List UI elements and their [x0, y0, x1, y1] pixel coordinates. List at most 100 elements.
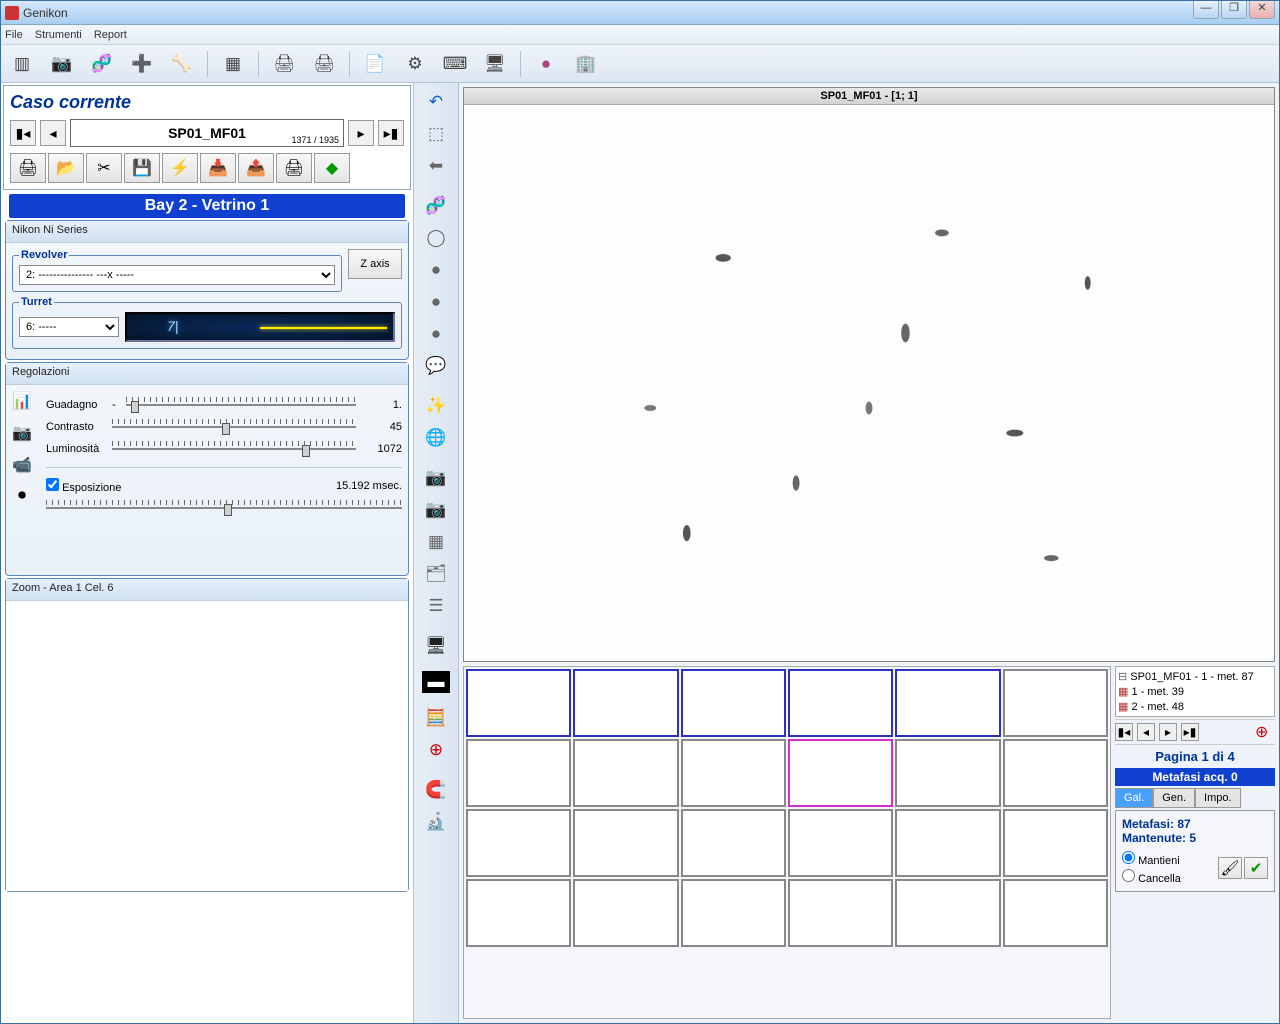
screen-icon[interactable]: ▬: [422, 671, 450, 693]
page-last-button[interactable]: ▸▮: [1181, 723, 1199, 741]
chromo-icon[interactable]: 🧬: [418, 191, 454, 221]
keep-radio[interactable]: [1122, 851, 1135, 864]
gain-slider[interactable]: [126, 397, 356, 413]
thumbnail[interactable]: [573, 879, 678, 947]
back-icon[interactable]: ⬅: [418, 151, 454, 181]
target2-icon[interactable]: ⊕: [418, 735, 454, 765]
thumbnail[interactable]: [466, 879, 571, 947]
thumbnail[interactable]: [788, 669, 893, 737]
revolver-select[interactable]: 2: --------------- ---x -----: [19, 265, 335, 285]
page-next-button[interactable]: ▸: [1159, 723, 1177, 741]
menu-tools[interactable]: Strumenti: [35, 29, 82, 41]
menu-report[interactable]: Report: [94, 29, 127, 41]
z-axis-button[interactable]: Z axis: [348, 249, 402, 279]
tree-root[interactable]: SP01_MF01 - 1 - met. 87: [1118, 669, 1272, 684]
thumbnail[interactable]: [573, 669, 678, 737]
print2-icon[interactable]: 🖨: [307, 49, 341, 79]
layout-icon[interactable]: ▥: [5, 49, 39, 79]
thumbnail[interactable]: [681, 739, 786, 807]
video-icon[interactable]: 📹: [10, 455, 34, 477]
save-icon[interactable]: 💾: [124, 153, 160, 183]
page-first-button[interactable]: ▮◂: [1115, 723, 1133, 741]
print-case-icon[interactable]: 🖨: [10, 153, 46, 183]
tab-gen[interactable]: Gen.: [1153, 788, 1195, 808]
thumbnail[interactable]: [788, 879, 893, 947]
thumbnail[interactable]: [466, 809, 571, 877]
calc-icon[interactable]: 🧮: [418, 703, 454, 733]
brightness-slider[interactable]: [112, 441, 356, 457]
thumbnail[interactable]: [895, 809, 1000, 877]
undo-icon[interactable]: ↶: [418, 87, 454, 117]
thumbnail[interactable]: [681, 809, 786, 877]
maximize-button[interactable]: ❐: [1221, 1, 1247, 19]
tree-child-1[interactable]: 1 - met. 39: [1118, 684, 1272, 699]
table-icon[interactable]: ▦: [216, 49, 250, 79]
circle3-icon[interactable]: ●: [418, 287, 454, 317]
delete-radio[interactable]: [1122, 869, 1135, 882]
menu-file[interactable]: File: [5, 29, 23, 41]
histogram-icon[interactable]: 📊: [10, 391, 34, 413]
camera-icon[interactable]: 📷: [45, 49, 79, 79]
metaphase-tree[interactable]: SP01_MF01 - 1 - met. 87 1 - met. 39 2 - …: [1115, 666, 1275, 717]
turret-select[interactable]: 6: -----: [19, 317, 119, 337]
add-chromo-icon[interactable]: ➕: [125, 49, 159, 79]
building-icon[interactable]: 🏢: [569, 49, 603, 79]
gear-icon[interactable]: ⚙: [398, 49, 432, 79]
blob-icon[interactable]: ●: [529, 49, 563, 79]
thumbnail[interactable]: [895, 879, 1000, 947]
sparkle-icon[interactable]: ✨: [418, 391, 454, 421]
layers-icon[interactable]: 🗂: [418, 559, 454, 589]
export-icon[interactable]: 📤: [238, 153, 274, 183]
globe-icon[interactable]: 🌐: [418, 423, 454, 453]
camera3-icon[interactable]: 📷: [418, 463, 454, 493]
tree-child-2[interactable]: 2 - met. 48: [1118, 699, 1272, 714]
thumbnail[interactable]: [573, 809, 678, 877]
circle4-icon[interactable]: ●: [418, 319, 454, 349]
flash-icon[interactable]: ⚡: [162, 153, 198, 183]
thumbnail[interactable]: [1003, 809, 1108, 877]
printer2-icon[interactable]: 🖨: [276, 153, 312, 183]
keyboard-icon[interactable]: ⌨: [438, 49, 472, 79]
case-prev-button[interactable]: ◂: [40, 120, 66, 146]
thumbnail[interactable]: [466, 669, 571, 737]
case-last-button[interactable]: ▸▮: [378, 120, 404, 146]
close-button[interactable]: ✕: [1249, 1, 1275, 19]
record-icon[interactable]: ⏺: [10, 487, 34, 509]
karyo-icon[interactable]: 🦴: [165, 49, 199, 79]
confirm-button[interactable]: ✔: [1244, 857, 1268, 879]
thumbnail[interactable]: [895, 739, 1000, 807]
thumbnail[interactable]: [895, 669, 1000, 737]
camera2-icon[interactable]: 📷: [10, 423, 34, 445]
list-icon[interactable]: ☰: [418, 591, 454, 621]
exposure-checkbox[interactable]: [46, 478, 59, 491]
case-first-button[interactable]: ▮◂: [10, 120, 36, 146]
diamond-icon[interactable]: ◆: [314, 153, 350, 183]
thumbnail[interactable]: [1003, 879, 1108, 947]
monitor-icon[interactable]: 🖥: [418, 631, 454, 661]
tab-gal[interactable]: Gal.: [1115, 788, 1153, 808]
magnet-icon[interactable]: 🧲: [418, 775, 454, 805]
thumbnail[interactable]: [466, 739, 571, 807]
circle1-icon[interactable]: ◯: [418, 223, 454, 253]
doc-icon[interactable]: 📄: [358, 49, 392, 79]
thumbnail[interactable]: [788, 739, 893, 807]
tool-icon-1[interactable]: ⬚: [418, 119, 454, 149]
page-prev-button[interactable]: ◂: [1137, 723, 1155, 741]
case-name-field[interactable]: SP01_MF01 1371 / 1935: [70, 119, 344, 147]
thumbnail[interactable]: [1003, 669, 1108, 737]
brush-icon[interactable]: 🖌: [1218, 857, 1242, 879]
thumbnail[interactable]: [788, 809, 893, 877]
case-next-button[interactable]: ▸: [348, 120, 374, 146]
import-icon[interactable]: 📥: [200, 153, 236, 183]
print-icon[interactable]: 🖨: [267, 49, 301, 79]
thumbnail[interactable]: [681, 669, 786, 737]
bubble-icon[interactable]: 💬: [418, 351, 454, 381]
thumbnail[interactable]: [573, 739, 678, 807]
tab-impo[interactable]: Impo.: [1195, 788, 1241, 808]
thumbnail[interactable]: [681, 879, 786, 947]
microscope-icon[interactable]: 🔬: [418, 807, 454, 837]
chromo-pair-icon[interactable]: 🧬: [85, 49, 119, 79]
contrast-slider[interactable]: [112, 419, 356, 435]
grid-icon[interactable]: ▦: [418, 527, 454, 557]
target-icon[interactable]: ⊕: [1255, 722, 1275, 742]
